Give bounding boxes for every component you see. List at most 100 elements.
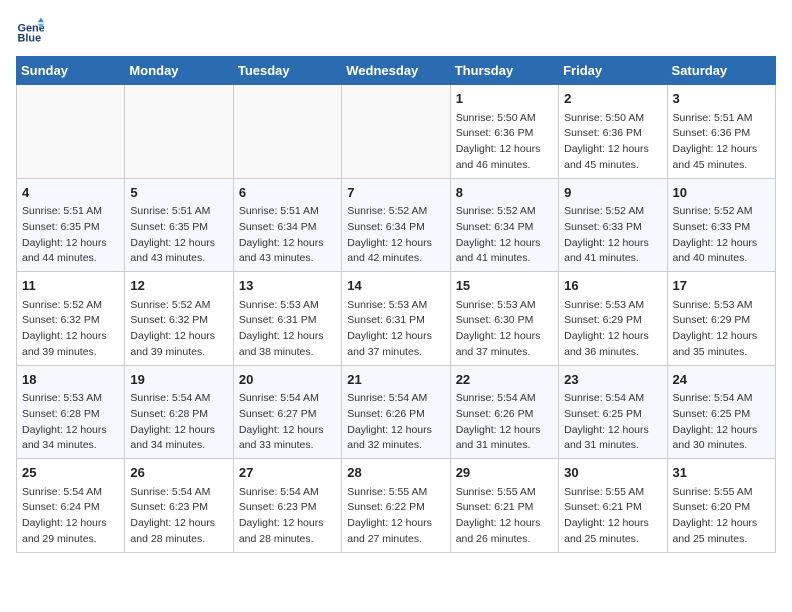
cell-info: Sunrise: 5:51 AM <box>673 111 770 127</box>
cell-info: Sunset: 6:32 PM <box>22 313 119 329</box>
cell-info: Daylight: 12 hours <box>564 236 661 252</box>
cell-info: Sunrise: 5:53 AM <box>347 298 444 314</box>
cell-info: and 39 minutes. <box>130 345 227 361</box>
cell-info: and 34 minutes. <box>22 438 119 454</box>
calendar-cell: 2Sunrise: 5:50 AMSunset: 6:36 PMDaylight… <box>559 85 667 179</box>
cell-info: Sunset: 6:36 PM <box>456 126 553 142</box>
svg-text:Blue: Blue <box>18 33 42 44</box>
cell-info: Sunset: 6:25 PM <box>564 407 661 423</box>
calendar-cell: 21Sunrise: 5:54 AMSunset: 6:26 PMDayligh… <box>342 365 450 459</box>
cell-info: and 38 minutes. <box>239 345 336 361</box>
cell-info: and 37 minutes. <box>347 345 444 361</box>
cell-info: and 30 minutes. <box>673 438 770 454</box>
cell-info: and 34 minutes. <box>130 438 227 454</box>
cell-info: Sunset: 6:33 PM <box>673 220 770 236</box>
cell-info: Sunrise: 5:55 AM <box>456 485 553 501</box>
cell-info: and 41 minutes. <box>564 251 661 267</box>
cell-info: Daylight: 12 hours <box>130 236 227 252</box>
day-number: 24 <box>673 370 770 390</box>
cell-info: and 37 minutes. <box>456 345 553 361</box>
cell-info: Sunrise: 5:54 AM <box>130 391 227 407</box>
cell-info: Sunset: 6:28 PM <box>22 407 119 423</box>
cell-info: Sunset: 6:34 PM <box>456 220 553 236</box>
calendar-cell: 11Sunrise: 5:52 AMSunset: 6:32 PMDayligh… <box>17 272 125 366</box>
cell-info: and 42 minutes. <box>347 251 444 267</box>
cell-info: and 43 minutes. <box>239 251 336 267</box>
calendar-week-row: 4Sunrise: 5:51 AMSunset: 6:35 PMDaylight… <box>17 178 776 272</box>
day-number: 28 <box>347 463 444 483</box>
cell-info: Daylight: 12 hours <box>564 142 661 158</box>
cell-info: Daylight: 12 hours <box>22 516 119 532</box>
cell-info: Sunrise: 5:52 AM <box>347 204 444 220</box>
calendar-cell: 24Sunrise: 5:54 AMSunset: 6:25 PMDayligh… <box>667 365 775 459</box>
calendar-cell: 15Sunrise: 5:53 AMSunset: 6:30 PMDayligh… <box>450 272 558 366</box>
day-number: 8 <box>456 183 553 203</box>
cell-info: Sunset: 6:35 PM <box>22 220 119 236</box>
cell-info: Sunrise: 5:51 AM <box>239 204 336 220</box>
cell-info: Sunset: 6:34 PM <box>239 220 336 236</box>
day-number: 9 <box>564 183 661 203</box>
cell-info: Sunset: 6:24 PM <box>22 500 119 516</box>
day-number: 10 <box>673 183 770 203</box>
cell-info: Sunrise: 5:54 AM <box>456 391 553 407</box>
calendar-header-row: SundayMondayTuesdayWednesdayThursdayFrid… <box>17 57 776 85</box>
cell-info: Daylight: 12 hours <box>347 236 444 252</box>
cell-info: Sunset: 6:26 PM <box>347 407 444 423</box>
cell-info: Sunrise: 5:50 AM <box>564 111 661 127</box>
cell-info: Sunset: 6:21 PM <box>456 500 553 516</box>
cell-info: and 45 minutes. <box>673 158 770 174</box>
cell-info: Sunset: 6:28 PM <box>130 407 227 423</box>
cell-info: Daylight: 12 hours <box>130 516 227 532</box>
cell-info: Daylight: 12 hours <box>673 236 770 252</box>
cell-info: Sunrise: 5:53 AM <box>22 391 119 407</box>
day-number: 27 <box>239 463 336 483</box>
cell-info: and 27 minutes. <box>347 532 444 548</box>
day-number: 29 <box>456 463 553 483</box>
cell-info: Daylight: 12 hours <box>456 329 553 345</box>
cell-info: and 46 minutes. <box>456 158 553 174</box>
cell-info: Sunrise: 5:54 AM <box>564 391 661 407</box>
calendar-cell: 25Sunrise: 5:54 AMSunset: 6:24 PMDayligh… <box>17 459 125 553</box>
day-number: 21 <box>347 370 444 390</box>
cell-info: Daylight: 12 hours <box>22 423 119 439</box>
day-number: 14 <box>347 276 444 296</box>
cell-info: Sunrise: 5:53 AM <box>564 298 661 314</box>
cell-info: Sunset: 6:26 PM <box>456 407 553 423</box>
calendar-cell: 3Sunrise: 5:51 AMSunset: 6:36 PMDaylight… <box>667 85 775 179</box>
calendar-week-row: 1Sunrise: 5:50 AMSunset: 6:36 PMDaylight… <box>17 85 776 179</box>
calendar-cell <box>17 85 125 179</box>
cell-info: Sunset: 6:31 PM <box>239 313 336 329</box>
cell-info: Daylight: 12 hours <box>239 516 336 532</box>
calendar-cell: 14Sunrise: 5:53 AMSunset: 6:31 PMDayligh… <box>342 272 450 366</box>
cell-info: Daylight: 12 hours <box>130 423 227 439</box>
day-number: 18 <box>22 370 119 390</box>
cell-info: Sunset: 6:27 PM <box>239 407 336 423</box>
cell-info: Sunrise: 5:50 AM <box>456 111 553 127</box>
day-number: 5 <box>130 183 227 203</box>
day-number: 6 <box>239 183 336 203</box>
calendar-cell: 22Sunrise: 5:54 AMSunset: 6:26 PMDayligh… <box>450 365 558 459</box>
cell-info: Sunrise: 5:52 AM <box>130 298 227 314</box>
calendar-cell <box>233 85 341 179</box>
cell-info: Sunrise: 5:51 AM <box>130 204 227 220</box>
calendar-cell: 10Sunrise: 5:52 AMSunset: 6:33 PMDayligh… <box>667 178 775 272</box>
cell-info: Sunrise: 5:52 AM <box>22 298 119 314</box>
col-header-friday: Friday <box>559 57 667 85</box>
cell-info: Daylight: 12 hours <box>456 236 553 252</box>
cell-info: Sunrise: 5:53 AM <box>456 298 553 314</box>
cell-info: and 36 minutes. <box>564 345 661 361</box>
calendar-cell: 12Sunrise: 5:52 AMSunset: 6:32 PMDayligh… <box>125 272 233 366</box>
cell-info: Sunrise: 5:52 AM <box>673 204 770 220</box>
calendar-cell: 9Sunrise: 5:52 AMSunset: 6:33 PMDaylight… <box>559 178 667 272</box>
cell-info: Sunset: 6:29 PM <box>673 313 770 329</box>
cell-info: and 28 minutes. <box>130 532 227 548</box>
calendar-week-row: 25Sunrise: 5:54 AMSunset: 6:24 PMDayligh… <box>17 459 776 553</box>
cell-info: Sunrise: 5:52 AM <box>564 204 661 220</box>
day-number: 26 <box>130 463 227 483</box>
cell-info: Sunrise: 5:55 AM <box>564 485 661 501</box>
calendar-week-row: 11Sunrise: 5:52 AMSunset: 6:32 PMDayligh… <box>17 272 776 366</box>
col-header-tuesday: Tuesday <box>233 57 341 85</box>
calendar-cell: 16Sunrise: 5:53 AMSunset: 6:29 PMDayligh… <box>559 272 667 366</box>
calendar-cell: 6Sunrise: 5:51 AMSunset: 6:34 PMDaylight… <box>233 178 341 272</box>
cell-info: Daylight: 12 hours <box>673 423 770 439</box>
